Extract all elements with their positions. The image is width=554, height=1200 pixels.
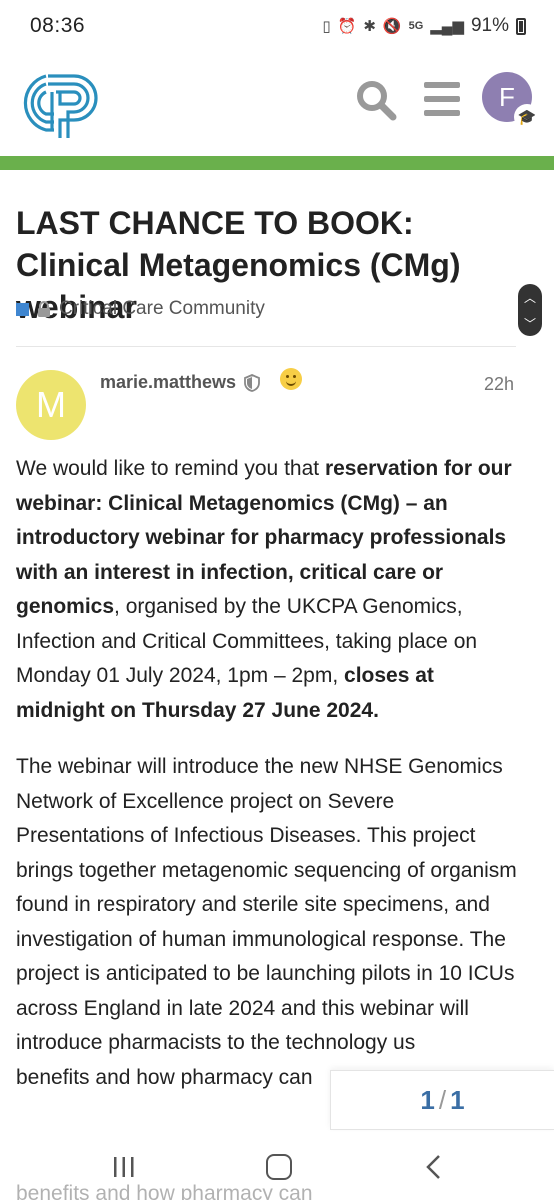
battery-saver-icon: ▯	[322, 18, 331, 35]
status-icons: ▯ ⏰ ✱ 🔇 5G ▂▄▆ 91%	[322, 15, 526, 37]
hamburger-menu-icon[interactable]	[422, 80, 462, 118]
post-body: We would like to remind you that reserva…	[16, 452, 526, 1117]
post-author-avatar[interactable]: M	[16, 370, 86, 440]
signal-icon: ▂▄▆	[430, 18, 464, 35]
recent-apps-icon[interactable]	[112, 1156, 136, 1178]
chevron-down-icon[interactable]: ﹀	[524, 315, 536, 332]
timeline-scroll-control[interactable]: ︿ ﹀	[518, 284, 542, 336]
status-bar: 08:36 ▯ ⏰ ✱ 🔇 5G ▂▄▆ 91%	[0, 0, 554, 52]
category-name: Critical Care Community	[59, 298, 265, 319]
battery-percent: 91%	[470, 15, 509, 36]
paragraph-text: benefits and how pharmacy can	[16, 1065, 313, 1089]
lock-icon	[38, 301, 50, 317]
status-time: 08:36	[30, 14, 86, 37]
topic-progress[interactable]: 1 / 1	[330, 1070, 554, 1130]
divider	[16, 346, 516, 347]
post-paragraph: The webinar will introduce the new NHSE …	[16, 750, 526, 1095]
paragraph-bold: reservation for our webinar: Clinical Me…	[16, 457, 512, 618]
paragraph-text: We would like to remind you that	[16, 457, 325, 480]
category-color-square	[16, 302, 29, 316]
username[interactable]: marie.matthews	[100, 372, 236, 393]
search-icon[interactable]	[354, 78, 398, 122]
post-author[interactable]: marie.matthews	[100, 372, 260, 393]
site-header: F 🎓	[0, 52, 554, 156]
shield-icon	[244, 373, 260, 392]
network-type: 5G	[408, 20, 424, 32]
partial-text-behind-nav: benefits and how pharmacy can	[16, 1182, 313, 1200]
progress-separator: /	[438, 1084, 447, 1115]
battery-icon	[516, 17, 526, 35]
paragraph-text: The webinar will introduce the new NHSE …	[16, 755, 517, 1054]
logo[interactable]	[16, 58, 108, 140]
graduation-cap-icon: 🎓	[514, 104, 540, 130]
chevron-up-icon[interactable]: ︿	[524, 289, 536, 306]
back-icon[interactable]	[424, 1154, 444, 1180]
home-icon[interactable]	[266, 1154, 292, 1180]
post-paragraph: We would like to remind you that reserva…	[16, 452, 526, 728]
progress-total: 1	[450, 1084, 465, 1115]
progress-current: 1	[420, 1084, 435, 1115]
category-badge[interactable]: Critical Care Community	[16, 298, 265, 320]
alarm-icon: ⏰	[337, 18, 357, 35]
post-time[interactable]: 22h	[484, 374, 514, 395]
smiley-status-icon	[280, 368, 302, 390]
mute-icon: 🔇	[382, 18, 402, 35]
header-accent-bar	[0, 156, 554, 170]
bluetooth-icon: ✱	[363, 18, 376, 35]
